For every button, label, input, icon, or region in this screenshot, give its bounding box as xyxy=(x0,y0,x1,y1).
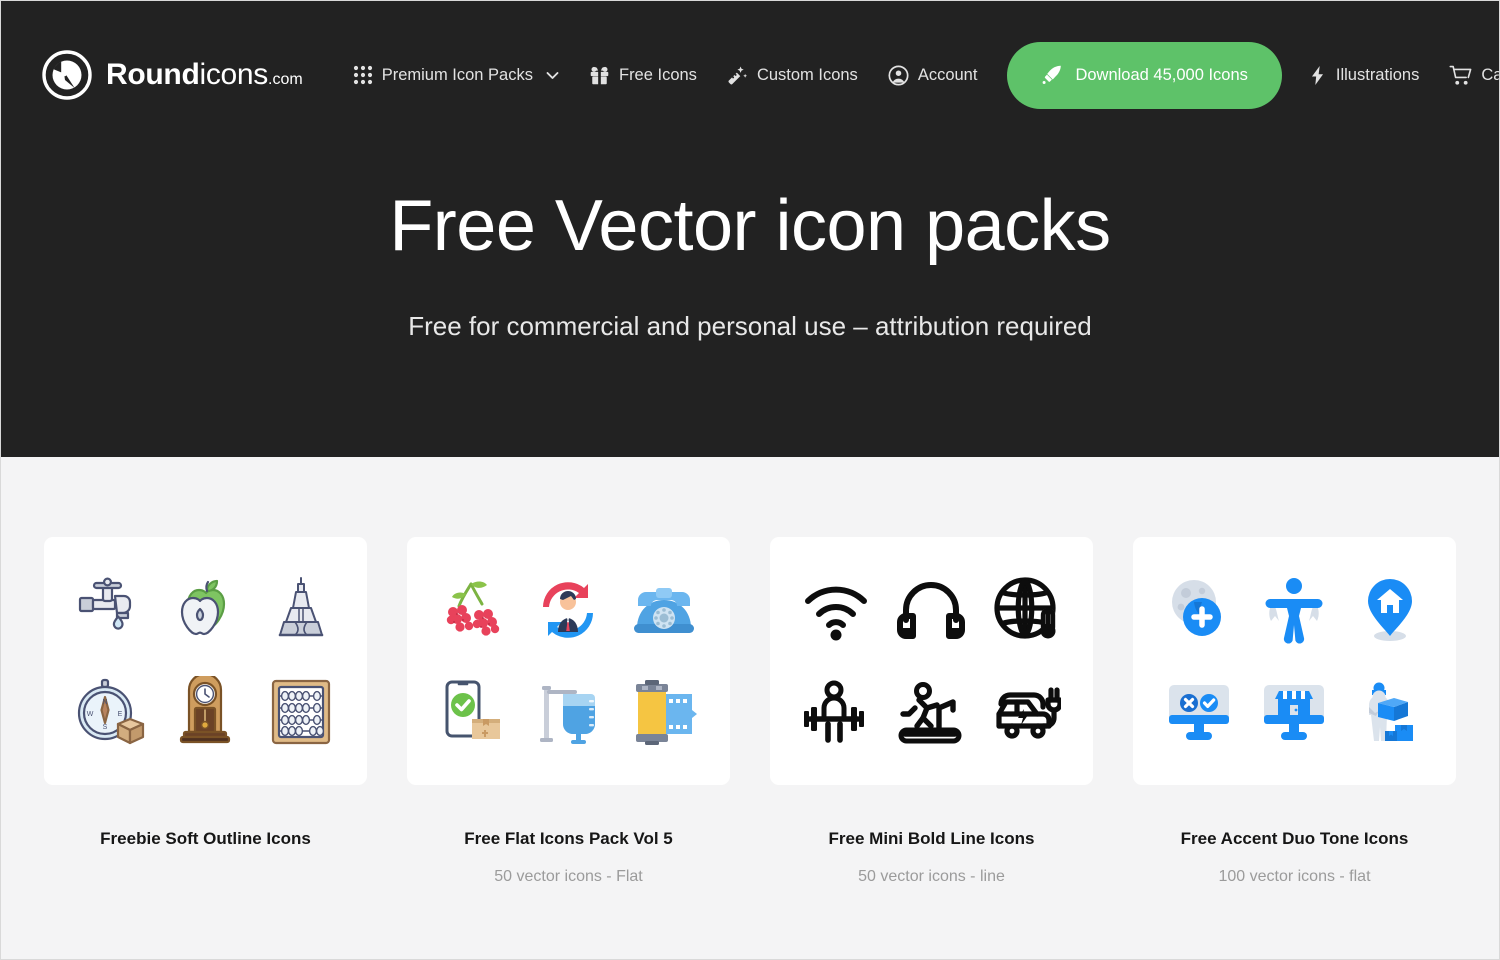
download-button-label: Download 45,000 Icons xyxy=(1075,65,1248,84)
phone-delivery-confirmed-icon xyxy=(437,676,509,748)
icon-pack-subtitle: 50 vector icons - Flat xyxy=(494,868,643,886)
raspberries-icon xyxy=(437,574,509,646)
site-logo[interactable]: Roundicons.com xyxy=(41,49,303,101)
iv-drip-bag-icon xyxy=(532,676,604,748)
roundicons-compass-logo-icon xyxy=(41,49,93,101)
nav-item-label: Free Icons xyxy=(618,65,697,84)
nav-item-custom-icons[interactable]: Custom Icons xyxy=(727,55,858,96)
icon-pack-title: Free Flat Icons Pack Vol 5 xyxy=(464,829,673,848)
page-title: Free Vector icon packs xyxy=(389,186,1111,266)
green-apple-icon xyxy=(169,574,241,646)
nav-item-label: Premium Icon Packs xyxy=(381,65,533,84)
icon-pack-card[interactable]: Free Mini Bold Line Icons 50 vector icon… xyxy=(770,537,1093,887)
shopping-cart-icon xyxy=(1449,65,1472,86)
nav-item-label: Cart xyxy=(1481,65,1499,84)
nav-item-label: Illustrations xyxy=(1335,65,1420,84)
site-header: Roundicons.com Premium Icon Packs Free I… xyxy=(1,1,1499,457)
treadmill-runner-icon xyxy=(897,678,965,746)
film-roll-icon xyxy=(628,676,700,748)
icon-pack-title: Free Accent Duo Tone Icons xyxy=(1180,829,1409,848)
lightning-bolt-icon xyxy=(1308,65,1327,86)
nav-item-cart[interactable]: Cart xyxy=(1449,55,1499,96)
icon-pack-card[interactable]: N S W E Freebie Soft Outline Icons xyxy=(44,537,367,887)
icon-pack-subtitle: 100 vector icons - flat xyxy=(1218,868,1371,886)
icon-pack-subtitle: 50 vector icons - line xyxy=(858,868,1005,886)
svg-text:S: S xyxy=(102,724,107,731)
mantel-clock-icon xyxy=(169,676,241,748)
icon-pack-preview[interactable] xyxy=(407,537,730,785)
nav-item-label: Custom Icons xyxy=(756,65,858,84)
nav-item-free-icons[interactable]: Free Icons xyxy=(589,55,697,96)
globe-thermometer-icon xyxy=(993,576,1061,644)
gift-icon xyxy=(589,65,610,86)
magic-wand-icon xyxy=(727,65,748,86)
home-location-pin-icon xyxy=(1355,575,1425,645)
rotary-telephone-icon xyxy=(628,574,700,646)
page-root: Roundicons.com Premium Icon Packs Free I… xyxy=(0,0,1500,960)
electric-car-plug-icon xyxy=(993,678,1062,746)
online-shop-monitor-icon xyxy=(1259,677,1329,747)
icon-pack-preview[interactable] xyxy=(770,537,1093,785)
icon-pack-title: Free Mini Bold Line Icons xyxy=(828,829,1035,848)
icon-pack-card[interactable]: Free Flat Icons Pack Vol 5 50 vector ico… xyxy=(407,537,730,887)
icon-pack-preview[interactable] xyxy=(1133,537,1456,785)
icon-pack-card[interactable]: Free Accent Duo Tone Icons 100 vector ic… xyxy=(1133,537,1456,887)
abacus-icon xyxy=(265,676,337,748)
weightlifter-icon xyxy=(802,678,870,746)
main-navigation: Roundicons.com Premium Icon Packs Free I… xyxy=(1,1,1499,149)
accessibility-person-icon xyxy=(1259,575,1329,645)
grid-dots-icon xyxy=(353,65,373,85)
logo-name-light: icons xyxy=(199,58,269,91)
icon-pack-grid: N S W E Freebie Soft Outline Icons Free … xyxy=(44,537,1456,887)
nav-item-label: Account xyxy=(917,65,978,84)
wifi-icon xyxy=(802,576,870,644)
icon-pack-title: Freebie Soft Outline Icons xyxy=(100,829,311,848)
nav-right-group: Download 45,000 Icons Illustrations C xyxy=(1007,41,1499,109)
faucet-water-drop-icon xyxy=(74,574,146,646)
eiffel-tower-icon xyxy=(265,574,337,646)
svg-text:W: W xyxy=(87,711,94,718)
hero-copy: Free Vector icon packs Free for commerci… xyxy=(1,186,1499,342)
globe-add-icon xyxy=(1164,575,1234,645)
site-logo-text: Roundicons.com xyxy=(106,60,303,90)
page-subtitle: Free for commercial and personal use – a… xyxy=(408,311,1092,342)
rocket-icon xyxy=(1041,64,1063,86)
delivery-person-boxes-icon xyxy=(1355,677,1425,747)
svg-text:E: E xyxy=(117,711,122,718)
nav-item-illustrations[interactable]: Illustrations xyxy=(1308,55,1419,96)
svg-text:N: N xyxy=(102,699,107,706)
main-content: N S W E Freebie Soft Outline Icons Free … xyxy=(1,457,1499,959)
icon-pack-preview[interactable]: N S W E xyxy=(44,537,367,785)
nav-item-account[interactable]: Account xyxy=(888,55,978,96)
logo-name-bold: Round xyxy=(106,58,200,91)
headphones-icon xyxy=(897,576,966,644)
businessman-rotation-icon xyxy=(532,574,604,646)
chevron-down-icon xyxy=(546,71,559,80)
nav-left-items: Premium Icon Packs Free Icons Custom Ico… xyxy=(353,55,1008,96)
monitor-check-cross-icon xyxy=(1164,677,1234,747)
compass-package-icon: N S W E xyxy=(74,676,146,748)
user-circle-icon xyxy=(888,64,909,86)
logo-suffix: .com xyxy=(268,71,303,88)
nav-item-premium-icon-packs[interactable]: Premium Icon Packs xyxy=(353,55,559,95)
download-icons-button[interactable]: Download 45,000 Icons xyxy=(1007,41,1282,109)
